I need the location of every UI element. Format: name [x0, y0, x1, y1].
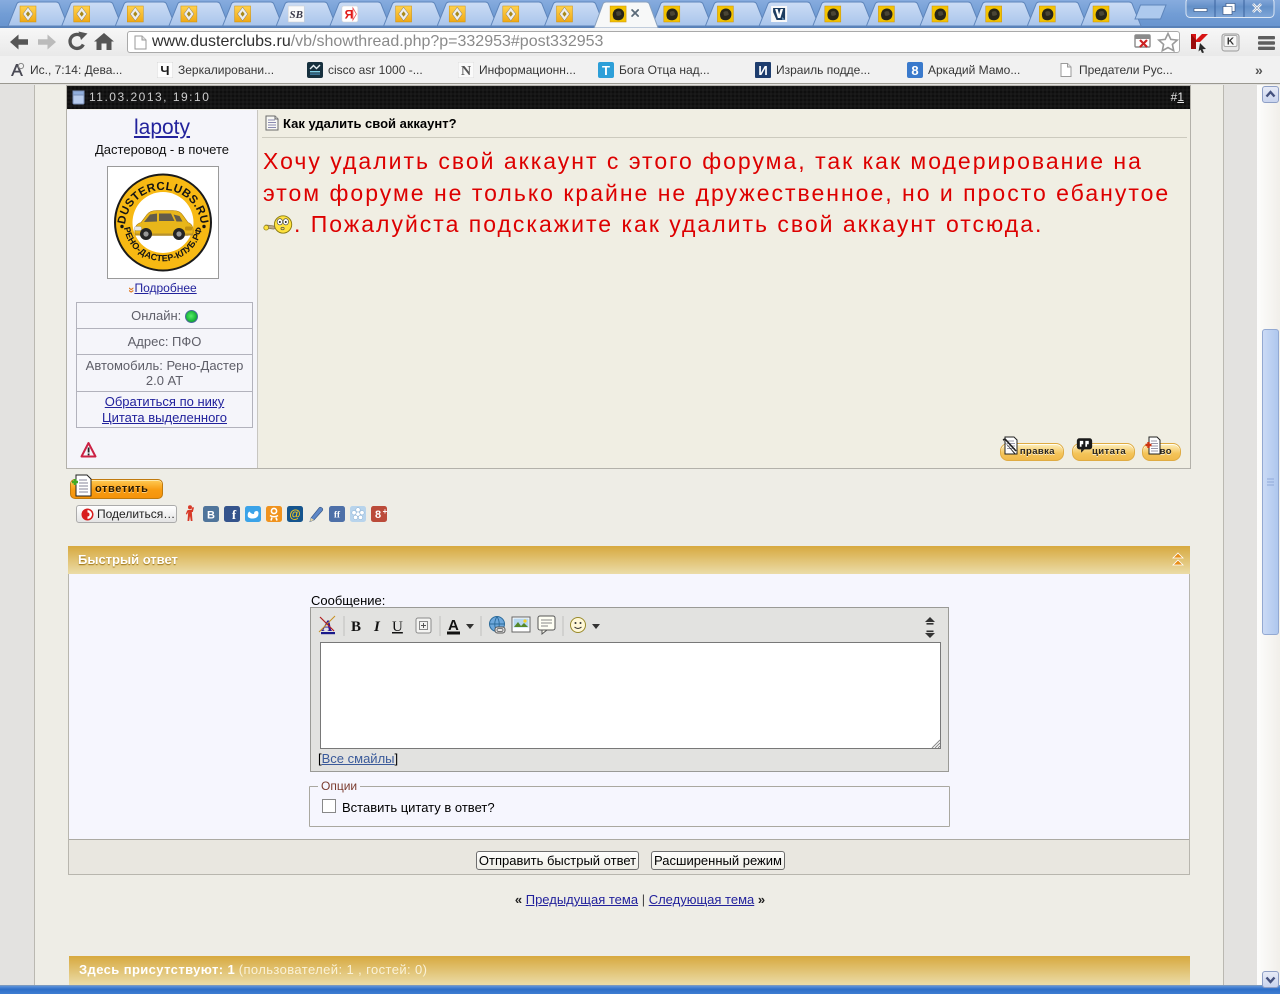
svg-text:U: U: [392, 619, 403, 635]
svg-text:8: 8: [375, 509, 381, 521]
svg-text:f: f: [232, 507, 237, 522]
svg-text:T: T: [602, 63, 610, 78]
svg-text:K: K: [1227, 37, 1235, 48]
svg-text:I: I: [373, 619, 381, 635]
svg-text:B: B: [351, 619, 361, 635]
svg-text:N: N: [461, 64, 471, 78]
svg-text:В: В: [207, 510, 215, 522]
svg-text:Ч: Ч: [160, 63, 169, 78]
svg-text:ff: ff: [334, 510, 341, 520]
svg-text:@: @: [289, 509, 300, 521]
svg-text:+: +: [383, 507, 388, 516]
svg-text:И: И: [758, 63, 767, 78]
svg-text:8: 8: [911, 63, 918, 78]
svg-text:A: A: [448, 617, 459, 634]
